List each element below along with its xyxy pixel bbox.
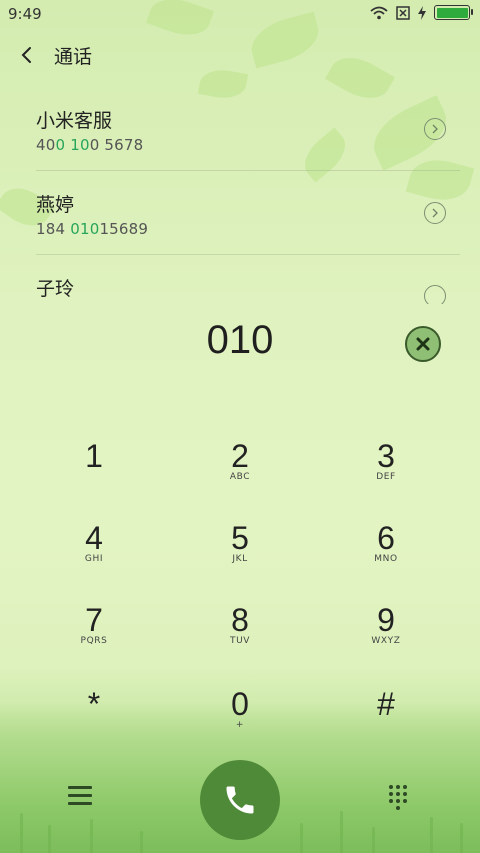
contact-row[interactable]: 子玲 [0,274,480,304]
key-digit: 0 [231,686,249,722]
back-arrow-icon [21,47,31,63]
contact-name: 燕婷 [36,194,75,216]
status-icons [370,5,473,20]
contact-row[interactable]: 燕婷 184 01015689 [0,190,480,274]
divider [36,254,460,255]
key-5[interactable]: 5 JKL [180,520,300,590]
divider [36,170,460,171]
contact-detail-button[interactable] [424,285,446,304]
header: 通话 [0,38,480,72]
menu-icon [68,786,92,789]
contact-detail-button[interactable] [424,118,446,140]
status-time: 9:49 [8,5,42,23]
key-digit: * [87,686,101,722]
contact-row[interactable]: 小米客服 400 100 5678 [0,106,480,190]
key-8[interactable]: 8 TUV [180,602,300,672]
no-sim-icon [396,5,410,20]
chevron-right-icon [432,208,438,218]
key-9[interactable]: 9 WXYZ [326,602,446,672]
key-letters: + [235,720,245,730]
charging-icon [418,5,426,20]
chevron-right-icon [432,124,438,134]
key-6[interactable]: 6 MNO [326,520,446,590]
contact-number: 184 01015689 [36,220,149,238]
key-7[interactable]: 7 PQRS [34,602,154,672]
key-hash[interactable]: # [326,686,446,756]
back-button[interactable] [16,42,40,68]
key-digit: 9 [377,602,395,638]
key-digit: # [377,686,395,722]
backspace-x-icon [416,337,430,351]
key-0[interactable]: 0 + [180,686,300,756]
menu-button[interactable] [68,786,92,808]
key-letters: DEF [376,472,396,482]
key-letters: ABC [229,472,251,482]
wifi-icon [370,6,388,19]
contact-number: 400 100 5678 [36,136,144,154]
key-digit: 5 [231,520,249,556]
key-letters: TUV [229,636,251,646]
key-digit: 3 [377,438,395,474]
key-digit: 6 [377,520,395,556]
keypad-toggle-button[interactable] [389,785,411,813]
key-4[interactable]: 4 GHI [34,520,154,590]
delete-button[interactable] [405,326,441,362]
battery-level [436,7,468,18]
status-bar: 9:49 [0,0,480,28]
key-letters: GHI [84,554,104,564]
key-letters: JKL [232,554,248,564]
key-letters: WXYZ [371,636,401,646]
key-digit: 1 [85,438,103,474]
key-star[interactable]: * [34,686,154,756]
key-digit: 4 [85,520,103,556]
key-digit: 2 [231,438,249,474]
key-3[interactable]: 3 DEF [326,438,446,508]
call-button[interactable] [200,760,280,840]
contact-detail-button[interactable] [424,202,446,224]
battery-icon [434,5,473,20]
key-digit: 8 [231,602,249,638]
key-letters: MNO [374,554,398,564]
contact-name: 小米客服 [36,110,113,132]
key-2[interactable]: 2 ABC [180,438,300,508]
key-letters: PQRS [80,636,108,646]
contact-name: 子玲 [36,278,75,300]
key-1[interactable]: 1 [34,438,154,508]
page-title: 通话 [54,46,93,68]
phone-icon [226,786,254,814]
key-digit: 7 [85,602,103,638]
